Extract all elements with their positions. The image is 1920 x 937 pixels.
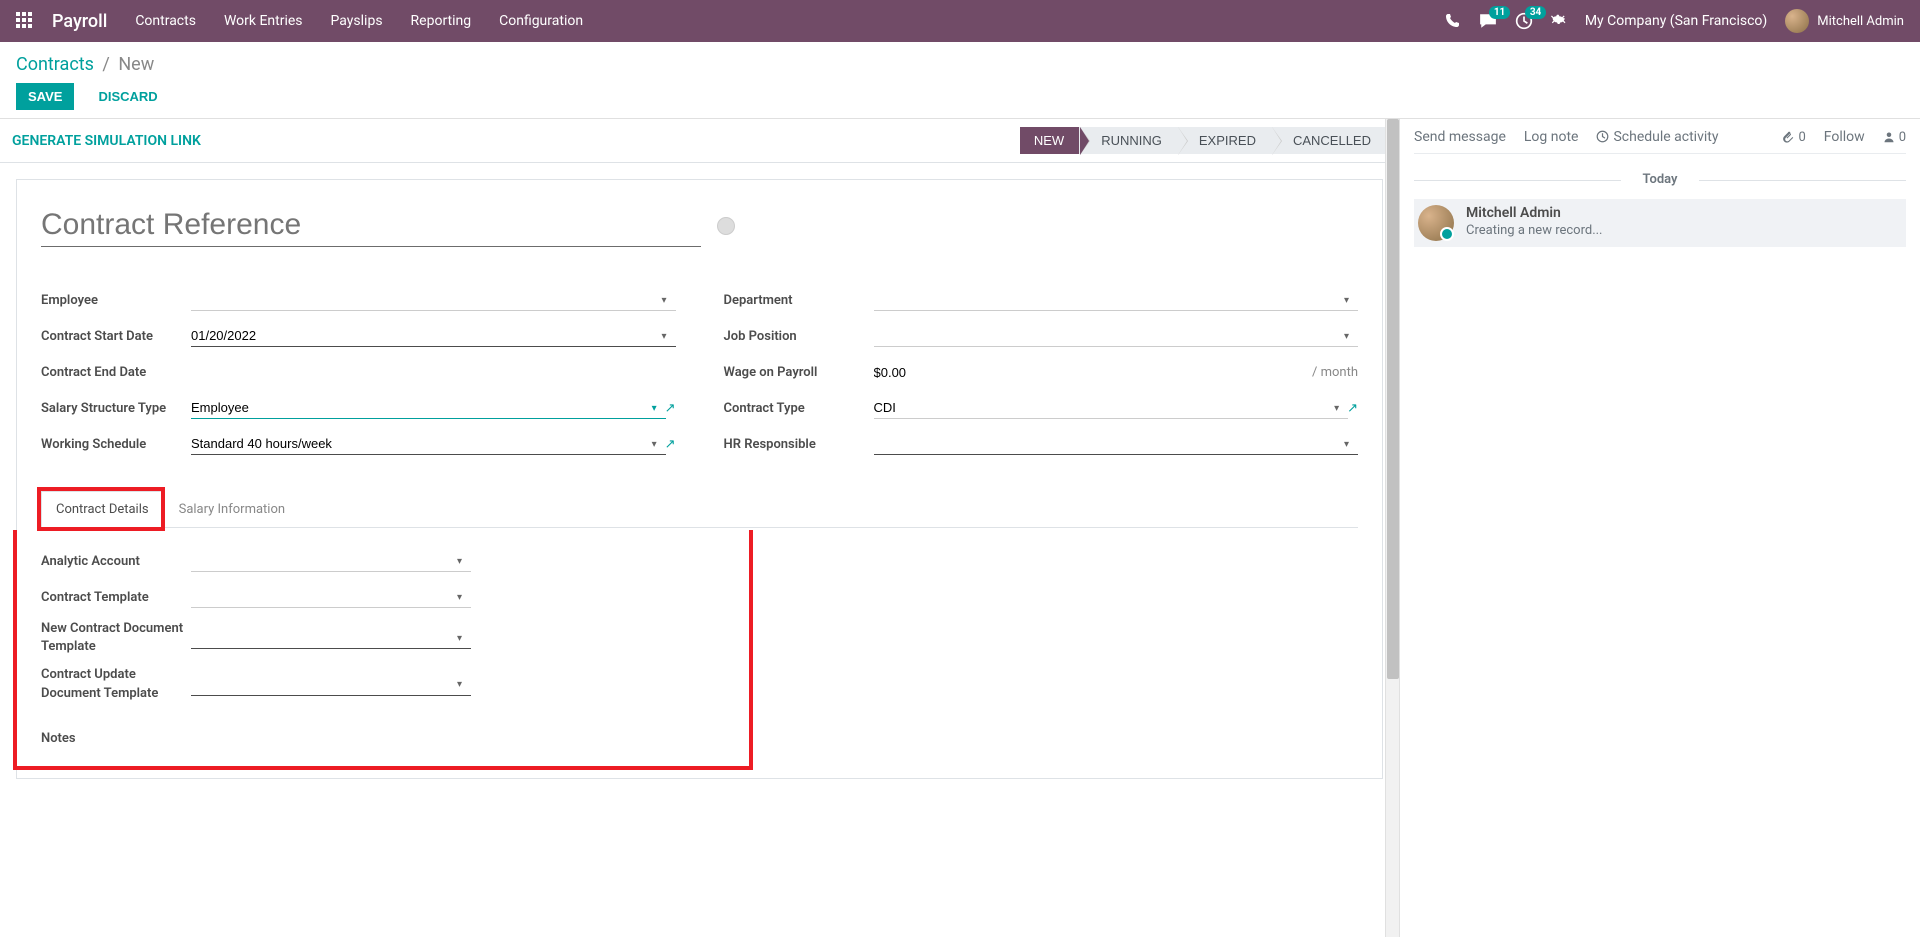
- nav-payslips[interactable]: Payslips: [331, 13, 383, 29]
- salary-type-field[interactable]: [191, 397, 666, 419]
- status-new[interactable]: NEW: [1020, 127, 1080, 154]
- systray: 11 34 My Company (San Francisco) Mitchel…: [1445, 9, 1904, 33]
- wage-label: Wage on Payroll: [724, 365, 874, 380]
- user-avatar: [1785, 9, 1809, 33]
- contract-reference-input[interactable]: [41, 204, 701, 247]
- contract-type-label: Contract Type: [724, 401, 874, 416]
- chatter: Send message Log note Schedule activity …: [1400, 119, 1920, 937]
- activity-badge: 34: [1525, 6, 1546, 19]
- status-bar: NEW RUNNING EXPIRED CANCELLED: [1021, 127, 1387, 154]
- phone-icon[interactable]: [1445, 13, 1461, 29]
- position-label: Job Position: [724, 329, 874, 344]
- nav-configuration[interactable]: Configuration: [499, 13, 583, 29]
- annotation-highlight-body: [13, 530, 753, 770]
- top-nav: Payroll Contracts Work Entries Payslips …: [0, 0, 1920, 42]
- attachment-count[interactable]: 0: [1782, 130, 1805, 145]
- wage-field[interactable]: [874, 362, 1307, 383]
- contract-type-field[interactable]: [874, 397, 1349, 419]
- log-note-button[interactable]: Log note: [1524, 129, 1579, 145]
- messaging-badge: 11: [1489, 6, 1510, 19]
- company-switcher[interactable]: My Company (San Francisco): [1585, 13, 1767, 29]
- follow-button[interactable]: Follow: [1824, 129, 1865, 145]
- employee-field[interactable]: [191, 289, 676, 311]
- start-date-field[interactable]: [191, 325, 676, 347]
- breadcrumb-current: New: [118, 54, 154, 75]
- schedule-activity-button[interactable]: Schedule activity: [1596, 129, 1718, 145]
- form-view: GENERATE SIMULATION LINK NEW RUNNING EXP…: [0, 119, 1400, 937]
- scrollbar[interactable]: [1385, 119, 1399, 937]
- form-sheet: Employee ▾ Contract Start Date ▾ Contrac…: [16, 179, 1383, 779]
- debug-icon[interactable]: [1551, 13, 1567, 29]
- apps-icon[interactable]: [16, 12, 34, 30]
- message-text: Creating a new record...: [1466, 223, 1603, 238]
- external-link-icon[interactable]: ↗: [1347, 401, 1358, 416]
- scrollbar-thumb[interactable]: [1387, 119, 1399, 679]
- save-button[interactable]: SAVE: [16, 83, 74, 110]
- nav-work-entries[interactable]: Work Entries: [224, 13, 303, 29]
- discard-button[interactable]: DISCARD: [86, 83, 169, 110]
- activity-icon[interactable]: 34: [1515, 12, 1533, 30]
- end-date-field[interactable]: [191, 362, 676, 383]
- app-brand: Payroll: [52, 11, 107, 32]
- status-running[interactable]: RUNNING: [1079, 127, 1178, 154]
- send-message-button[interactable]: Send message: [1414, 129, 1506, 145]
- breadcrumb-root[interactable]: Contracts: [16, 54, 94, 75]
- chatter-date-divider: Today: [1414, 172, 1906, 187]
- nav-contracts[interactable]: Contracts: [135, 13, 196, 29]
- message-author: Mitchell Admin: [1466, 205, 1603, 221]
- external-link-icon[interactable]: ↗: [665, 437, 676, 452]
- department-label: Department: [724, 293, 874, 308]
- end-date-label: Contract End Date: [41, 365, 191, 380]
- control-panel: Contracts / New SAVE DISCARD: [0, 42, 1920, 118]
- salary-type-label: Salary Structure Type: [41, 401, 191, 416]
- tab-salary-information[interactable]: Salary Information: [164, 491, 300, 528]
- user-menu[interactable]: Mitchell Admin: [1785, 9, 1904, 33]
- wage-suffix: / month: [1312, 365, 1358, 380]
- hr-label: HR Responsible: [724, 437, 874, 452]
- message-avatar: [1418, 205, 1454, 241]
- generate-simulation-link[interactable]: GENERATE SIMULATION LINK: [12, 133, 201, 149]
- notebook-tabs: Contract Details Salary Information: [41, 491, 1358, 528]
- nav-menu: Contracts Work Entries Payslips Reportin…: [135, 13, 1445, 29]
- messaging-icon[interactable]: 11: [1479, 12, 1497, 30]
- schedule-label: Working Schedule: [41, 437, 191, 452]
- position-field[interactable]: [874, 325, 1359, 347]
- follower-count[interactable]: 0: [1883, 130, 1906, 145]
- breadcrumb: Contracts / New: [16, 54, 1904, 75]
- chatter-message: Mitchell Admin Creating a new record...: [1414, 199, 1906, 247]
- status-cancelled[interactable]: CANCELLED: [1271, 127, 1387, 154]
- user-name: Mitchell Admin: [1817, 14, 1904, 29]
- schedule-field[interactable]: [191, 433, 666, 455]
- nav-reporting[interactable]: Reporting: [411, 13, 472, 29]
- employee-avatar-placeholder: [717, 217, 735, 235]
- hr-field[interactable]: [874, 433, 1359, 455]
- annotation-highlight-tab: [37, 487, 165, 531]
- start-date-label: Contract Start Date: [41, 329, 191, 344]
- external-link-icon[interactable]: ↗: [665, 401, 676, 416]
- employee-label: Employee: [41, 293, 191, 308]
- department-field[interactable]: [874, 289, 1359, 311]
- status-expired[interactable]: EXPIRED: [1177, 127, 1272, 154]
